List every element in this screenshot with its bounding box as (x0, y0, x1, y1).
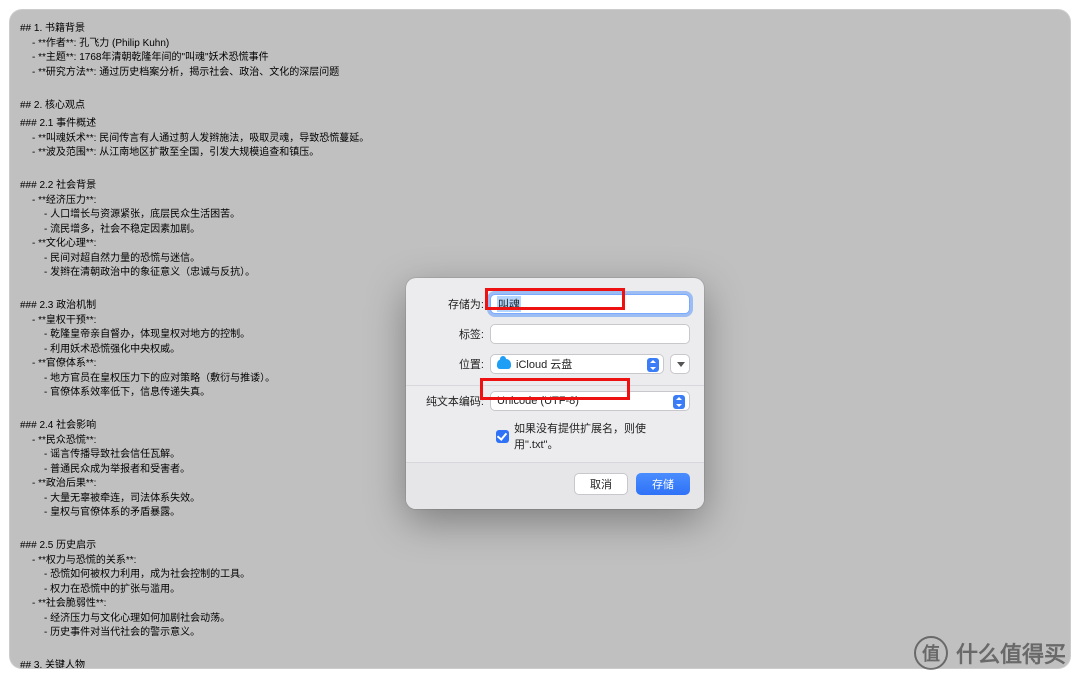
doc-line: - **叫魂妖术**: 民间传言有人通过剪人发辫施法，吸取灵魂，导致恐慌蔓延。 (20, 132, 369, 147)
doc-line: - 经济压力与文化心理如何加剧社会动荡。 (20, 612, 369, 627)
doc-line: ## 3. 关键人物 (20, 659, 369, 668)
doc-line: - **作者**: 孔飞力 (Philip Kuhn) (20, 37, 369, 52)
doc-line (20, 401, 369, 416)
location-value: iCloud 云盘 (516, 356, 572, 372)
watermark: 值 什么值得买 (914, 636, 1066, 670)
encoding-popup[interactable]: Unicode (UTF-8) (490, 391, 690, 411)
doc-line: - **社会脆弱性**: (20, 597, 369, 612)
doc-line: - 利用妖术恐慌强化中央权威。 (20, 343, 369, 358)
doc-line: - **政治后果**: (20, 477, 369, 492)
doc-line: ### 2.3 政治机制 (20, 299, 369, 314)
doc-line: - 权力在恐慌中的扩张与滥用。 (20, 583, 369, 598)
cancel-button[interactable]: 取消 (574, 473, 628, 495)
filename-input[interactable]: 叫魂 (490, 294, 690, 314)
doc-line: - 乾隆皇帝亲自督办，体现皇权对地方的控制。 (20, 328, 369, 343)
watermark-text: 什么值得买 (956, 637, 1066, 669)
doc-line: ## 2. 核心观点 (20, 99, 369, 114)
window-frame: ## 1. 书籍背景- **作者**: 孔飞力 (Philip Kuhn)- *… (10, 10, 1070, 668)
document-text: ## 1. 书籍背景- **作者**: 孔飞力 (Philip Kuhn)- *… (20, 18, 369, 668)
doc-line: ### 2.1 事件概述 (20, 117, 369, 132)
doc-line: - **波及范围**: 从江南地区扩散至全国，引发大规模追查和镇压。 (20, 146, 369, 161)
filename-value: 叫魂 (497, 296, 521, 312)
encoding-value: Unicode (UTF-8) (497, 395, 579, 407)
doc-line: - 发辫在清朝政治中的象征意义（忠诚与反抗）。 (20, 266, 369, 281)
doc-line (20, 521, 369, 536)
doc-line: - **权力与恐慌的关系**: (20, 554, 369, 569)
doc-line: - 恐慌如何被权力利用，成为社会控制的工具。 (20, 568, 369, 583)
extension-checkbox-label: 如果没有提供扩展名，则使用".txt"。 (514, 420, 690, 452)
doc-line (20, 281, 369, 296)
doc-line: - **民众恐慌**: (20, 434, 369, 449)
doc-line: - **主题**: 1768年清朝乾隆年间的"叫魂"妖术恐慌事件 (20, 51, 369, 66)
doc-line (20, 641, 369, 656)
popup-arrows-icon (647, 358, 659, 372)
doc-line: - 民间对超自然力量的恐慌与迷信。 (20, 252, 369, 267)
tags-label: 标签: (420, 326, 490, 342)
watermark-badge: 值 (914, 636, 948, 670)
popup-arrows-icon (673, 395, 685, 409)
doc-line: ### 2.4 社会影响 (20, 419, 369, 434)
save-dialog: 存储为: 叫魂 标签: 位置: iCloud 云盘 纯文本编码: Unicode… (406, 278, 704, 509)
doc-line: - **研究方法**: 通过历史档案分析，揭示社会、政治、文化的深层问题 (20, 66, 369, 81)
doc-line: ### 2.5 历史启示 (20, 539, 369, 554)
doc-line: - 普通民众成为举报者和受害者。 (20, 463, 369, 478)
doc-line: - **文化心理**: (20, 237, 369, 252)
doc-line: - **官僚体系**: (20, 357, 369, 372)
expand-button[interactable] (670, 354, 690, 374)
extension-checkbox[interactable] (496, 430, 509, 443)
doc-line: - 人口增长与资源紧张，底层民众生活困苦。 (20, 208, 369, 223)
encoding-label: 纯文本编码: (420, 393, 490, 409)
location-popup[interactable]: iCloud 云盘 (490, 354, 664, 374)
save-as-label: 存储为: (420, 296, 490, 312)
doc-line: - 流民增多，社会不稳定因素加剧。 (20, 223, 369, 238)
doc-line (20, 161, 369, 176)
doc-line: ### 2.2 社会背景 (20, 179, 369, 194)
doc-line: - **经济压力**: (20, 194, 369, 209)
location-label: 位置: (420, 356, 490, 372)
save-button[interactable]: 存储 (636, 473, 690, 495)
doc-line: - 历史事件对当代社会的警示意义。 (20, 626, 369, 641)
doc-line: - **皇权干预**: (20, 314, 369, 329)
doc-line: - 谣言传播导致社会信任瓦解。 (20, 448, 369, 463)
doc-line: - 官僚体系效率低下，信息传递失真。 (20, 386, 369, 401)
doc-line: - 大量无辜被牵连，司法体系失效。 (20, 492, 369, 507)
tags-input[interactable] (490, 324, 690, 344)
doc-line: ## 1. 书籍背景 (20, 22, 369, 37)
icloud-icon (497, 359, 511, 369)
doc-line: - 皇权与官僚体系的矛盾暴露。 (20, 506, 369, 521)
doc-line (20, 80, 369, 95)
doc-line: - 地方官员在皇权压力下的应对策略（敷衍与推诿）。 (20, 372, 369, 387)
